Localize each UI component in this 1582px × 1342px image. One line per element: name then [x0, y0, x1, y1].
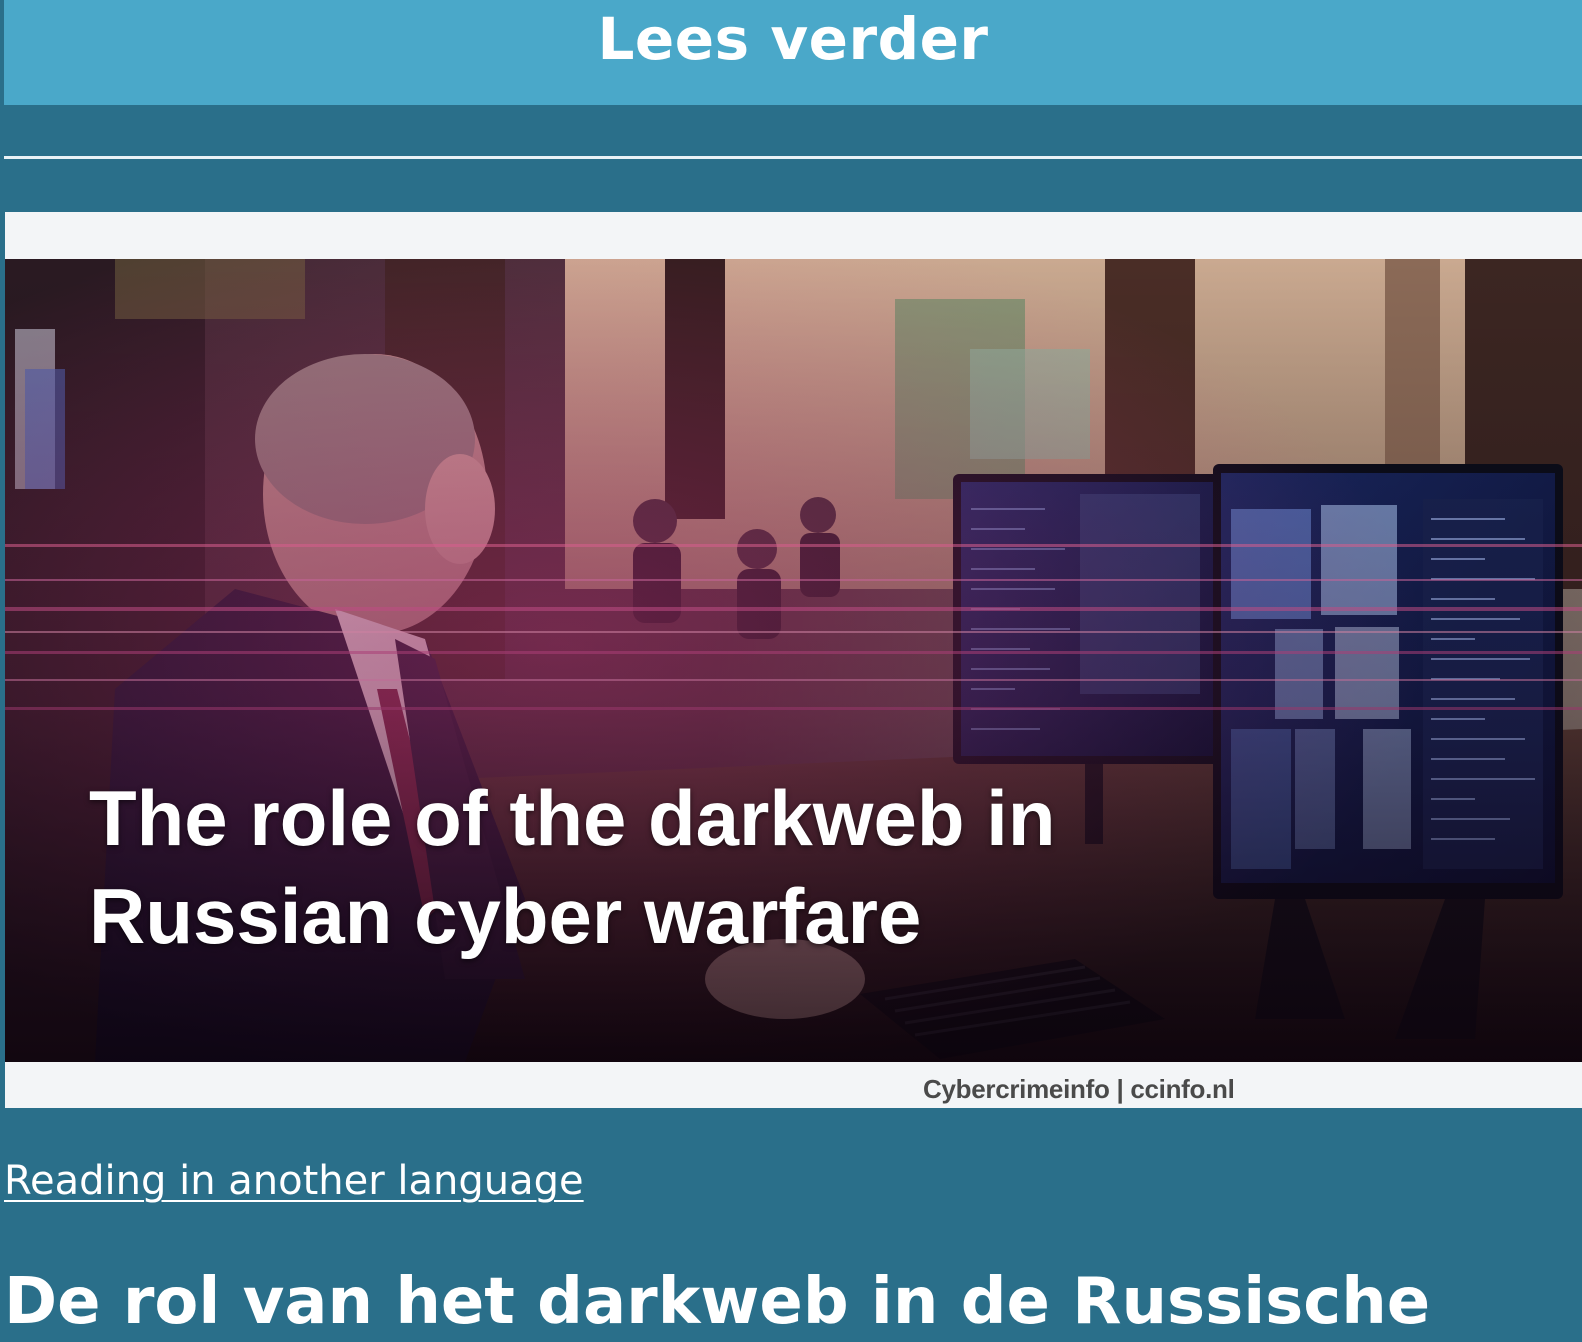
hero-title-line-1: The role of the darkweb in [89, 774, 1056, 862]
hero-title: The role of the darkweb in Russian cyber… [89, 769, 1055, 965]
image-credit: Cybercrimeinfo | ccinfo.nl [923, 1074, 1235, 1104]
article-hero-card[interactable]: The role of the darkweb in Russian cyber… [5, 212, 1582, 1108]
article-title: De rol van het darkweb in de Russische [4, 1265, 1431, 1339]
section-divider [4, 156, 1582, 159]
reading-in-another-language-link[interactable]: Reading in another language [4, 1158, 584, 1204]
hero-title-line-2: Russian cyber warfare [89, 872, 922, 960]
lees-verder-button[interactable]: Lees verder [4, 0, 1582, 105]
lees-verder-label: Lees verder [597, 4, 989, 73]
